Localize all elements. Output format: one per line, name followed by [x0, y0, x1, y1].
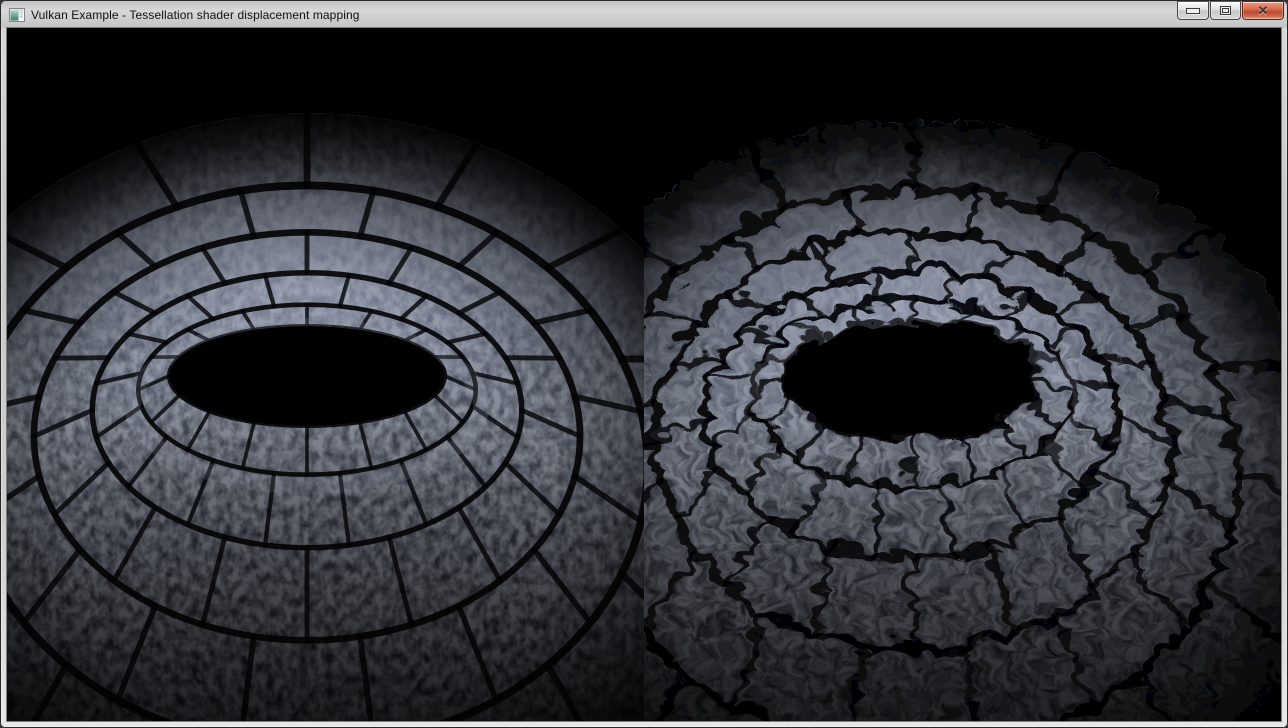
minimize-button[interactable]: [1177, 1, 1209, 20]
maximize-button[interactable]: [1210, 1, 1241, 20]
torus-no-displacement: [7, 76, 752, 721]
minimize-icon: [1186, 8, 1200, 14]
window-controls: ✕: [1176, 1, 1284, 20]
vulkan-render-scene: [7, 28, 1281, 721]
window-title: Vulkan Example - Tessellation shader dis…: [31, 8, 360, 22]
app-window-icon: [9, 7, 25, 23]
window-titlebar[interactable]: Vulkan Example - Tessellation shader dis…: [1, 1, 1287, 28]
render-viewport[interactable]: [7, 28, 1281, 721]
app-window: Vulkan Example - Tessellation shader dis…: [0, 0, 1288, 728]
close-button[interactable]: ✕: [1242, 1, 1284, 20]
close-icon: ✕: [1258, 4, 1269, 17]
app-icon[interactable]: [9, 7, 25, 23]
maximize-icon: [1220, 6, 1231, 15]
